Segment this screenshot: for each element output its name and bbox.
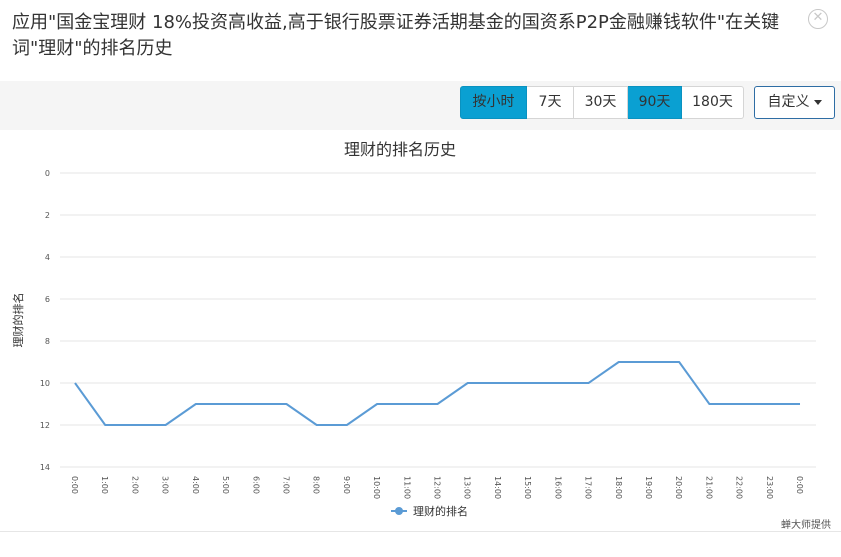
range-button-90d[interactable]: 90天	[628, 86, 682, 119]
x-tick-label: 18:00	[614, 476, 623, 499]
y-tick-label: 2	[45, 211, 50, 220]
x-tick-label: 22:00	[735, 476, 744, 499]
y-tick-label: 8	[45, 337, 50, 346]
x-tick-label: 20:00	[674, 476, 683, 499]
rank-history-chart: 理财的排名历史 0 2 4 6 8 10 12 14 理财的排名 0:00 1:00 2:00 3:00 4…	[11, 140, 816, 518]
range-button-group: 按小时 7天 30天 90天 180天	[460, 86, 744, 119]
x-tick-label: 4:00	[191, 476, 200, 494]
x-tick-label: 1:00	[100, 476, 109, 494]
legend-label: 理财的排名	[413, 504, 468, 518]
divider	[0, 531, 841, 532]
x-tick-label: 3:00	[161, 476, 170, 494]
x-tick-label: 5:00	[221, 476, 230, 494]
credit-text: 蝉大师提供	[781, 520, 831, 531]
custom-range-label: 自定义	[767, 94, 810, 110]
y-axis-label: 理财的排名	[11, 293, 25, 348]
x-tick-label: 16:00	[553, 476, 562, 499]
legend-marker	[395, 507, 403, 515]
x-tick-label: 14:00	[493, 476, 502, 499]
y-tick-label: 6	[45, 295, 50, 304]
x-tick-label: 10:00	[372, 476, 381, 499]
range-button-180d[interactable]: 180天	[682, 86, 744, 119]
y-tick-label: 10	[40, 379, 50, 388]
range-button-30d[interactable]: 30天	[574, 86, 628, 119]
y-tick-label: 4	[45, 253, 50, 262]
x-tick-label: 8:00	[312, 476, 321, 494]
x-tick-label: 9:00	[342, 476, 351, 494]
y-tick-label: 0	[45, 169, 50, 178]
custom-range-dropdown[interactable]: 自定义	[754, 86, 835, 119]
x-tick-label: 13:00	[463, 476, 472, 499]
x-tick-label: 12:00	[433, 476, 442, 499]
x-tick-label: 23:00	[765, 476, 774, 499]
range-button-7d[interactable]: 7天	[527, 86, 574, 119]
x-tick-label: 11:00	[402, 476, 411, 499]
x-tick-label: 0:00	[70, 476, 79, 494]
x-tick-label: 2:00	[130, 476, 139, 494]
close-icon[interactable]: ✕	[808, 9, 828, 29]
y-tick-label: 14	[40, 463, 50, 472]
x-tick-label: 21:00	[704, 476, 713, 499]
chevron-down-icon	[813, 99, 822, 105]
x-tick-label: 17:00	[584, 476, 593, 499]
y-tick-label: 12	[40, 421, 50, 430]
chart-title: 理财的排名历史	[344, 140, 456, 159]
x-tick-label: 15:00	[523, 476, 532, 499]
x-tick-label: 7:00	[281, 476, 290, 494]
page-title: 应用"国金宝理财 18%投资高收益,高于银行股票证券活期基金的国资系P2P金融赚…	[12, 12, 780, 59]
x-tick-label: 6:00	[251, 476, 260, 494]
series-line	[74, 361, 800, 426]
range-button-hourly[interactable]: 按小时	[460, 86, 527, 119]
x-tick-label: 19:00	[644, 476, 653, 499]
x-tick-label: 0:00	[795, 476, 804, 494]
